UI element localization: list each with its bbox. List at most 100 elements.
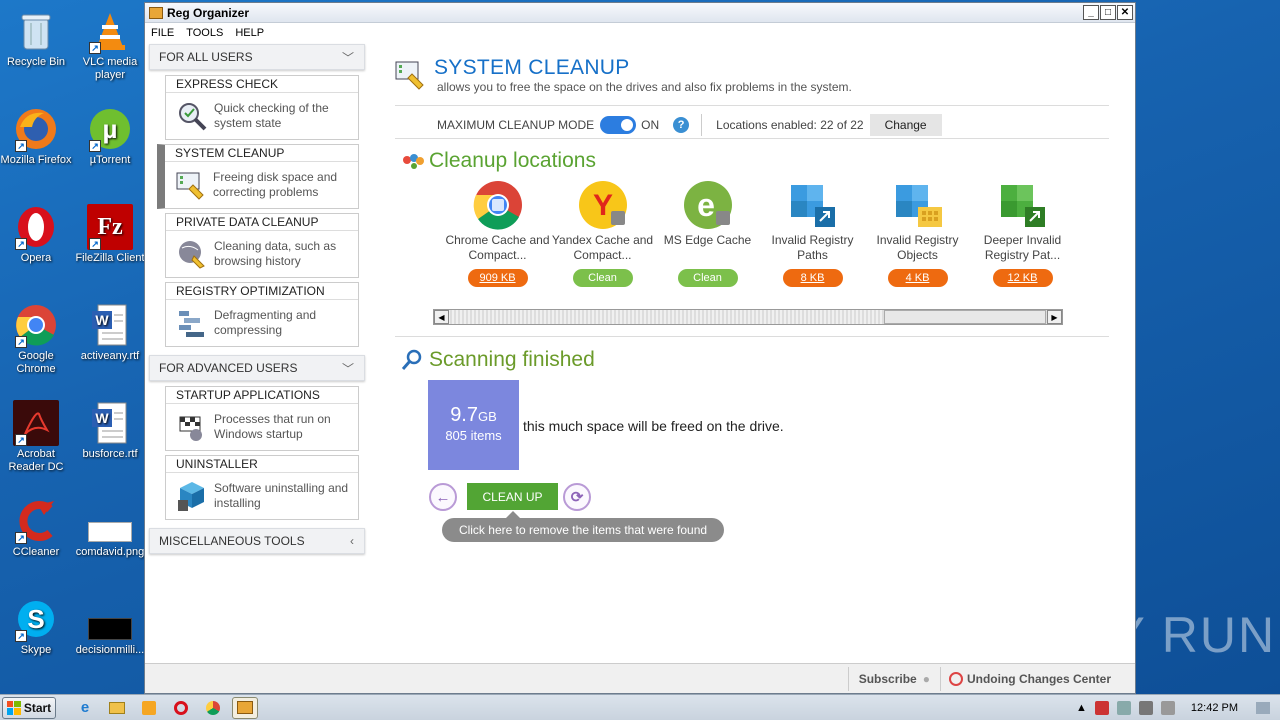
location-chrome-cache[interactable]: Chrome Cache and Compact... 909 KB (445, 179, 550, 287)
card-startup-applications[interactable]: STARTUP APPLICATIONS Processes that run … (165, 386, 359, 451)
clean-up-button[interactable]: CLEAN UP (467, 483, 558, 510)
magnifier-icon (401, 349, 423, 371)
desktop-icon-recycle-bin[interactable]: Recycle Bin (0, 8, 72, 69)
card-title: REGISTRY OPTIMIZATION (166, 283, 358, 300)
volume-icon[interactable] (1138, 700, 1153, 715)
security-flag-icon[interactable] (1094, 700, 1109, 715)
location-name: Yandex Cache and Compact... (551, 233, 654, 262)
desktop-icon-activeany[interactable]: W activeany.rtf (74, 302, 146, 363)
section-label: MISCELLANEOUS TOOLS (159, 534, 305, 548)
scrollbar-thumb[interactable] (884, 310, 1046, 324)
card-uninstaller[interactable]: UNINSTALLER Software uninstalling and in… (165, 455, 359, 520)
card-desc: Processes that run on Windows startup (214, 412, 331, 441)
card-private-data-cleanup[interactable]: PRIVATE DATA CLEANUP Cleaning data, such… (165, 213, 359, 278)
start-button[interactable]: Start (2, 696, 56, 719)
clock[interactable]: 12:42 PM (1191, 702, 1238, 714)
power-icon[interactable] (1160, 700, 1175, 715)
location-invalid-registry-objects[interactable]: Invalid Registry Objects 4 KB (865, 179, 970, 287)
section-for-advanced-users[interactable]: FOR ADVANCED USERS ﹀ (149, 355, 365, 381)
undo-changes-center-button[interactable]: Undoing Changes Center (939, 666, 1135, 691)
app-window: Reg Organizer _ □ ✕ FILE TOOLS HELP FOR … (144, 2, 1136, 694)
location-size-badge[interactable]: 909 KB (467, 269, 528, 287)
desktop-icon-decisionmilli[interactable]: decisionmilli... (74, 596, 146, 657)
desktop-icon-chrome[interactable]: ↗ Google Chrome (0, 302, 72, 376)
window-title: Reg Organizer (167, 5, 250, 20)
location-name: Chrome Cache and Compact... (445, 233, 550, 262)
change-button[interactable]: Change (869, 114, 942, 136)
desktop-icon-label: Mozilla Firefox (0, 154, 72, 166)
yandex-icon: Y (577, 179, 629, 231)
help-icon[interactable]: ? (673, 117, 690, 133)
registry-defrag-icon (176, 307, 208, 339)
explorer-taskbar-icon[interactable] (104, 697, 130, 719)
desktop-icon-opera[interactable]: ↗ Opera (0, 204, 72, 265)
menu-file[interactable]: FILE (151, 27, 174, 39)
section-for-all-users[interactable]: FOR ALL USERS ﹀ (149, 44, 365, 70)
divider (395, 336, 1109, 337)
desktop-icon-busforce[interactable]: W busforce.rtf (74, 400, 146, 461)
location-size-badge[interactable]: 4 KB (887, 269, 948, 287)
desktop-icon-comdavid[interactable]: comdavid.png (74, 498, 146, 559)
location-deeper-invalid-registry[interactable]: Deeper Invalid Registry Pat... 12 KB (970, 179, 1075, 287)
desktop-icon-skype[interactable]: S ↗ Skype (0, 596, 72, 657)
tray-expand-icon[interactable]: ▲ (1076, 702, 1087, 714)
card-desc: Freeing disk space and correcting proble… (213, 170, 338, 199)
chrome-taskbar-icon[interactable] (200, 697, 226, 719)
startup-flag-icon (176, 411, 208, 443)
ie-taskbar-icon[interactable]: e (72, 697, 98, 719)
cleanup-tooltip: Click here to remove the items that were… (442, 511, 724, 542)
card-title: SYSTEM CLEANUP (165, 145, 358, 162)
card-title: UNINSTALLER (166, 456, 358, 473)
privacy-globe-icon (176, 238, 208, 270)
card-express-check[interactable]: EXPRESS CHECK Quick checking of the syst… (165, 75, 359, 140)
desktop-icon-label: activeany.rtf (80, 350, 140, 362)
mode-bar: MAXIMUM CLEANUP MODE ON ? Locations enab… (395, 111, 1109, 139)
network-icon[interactable] (1116, 700, 1131, 715)
scroll-left-arrow-icon[interactable]: ◀ (434, 310, 449, 324)
utorrent-icon: µ ↗ (87, 106, 133, 152)
location-yandex-cache[interactable]: Y Yandex Cache and Compact... Clean (550, 179, 655, 287)
media-player-taskbar-icon[interactable] (136, 697, 162, 719)
chrome-icon (472, 179, 524, 231)
opera-taskbar-icon[interactable] (168, 697, 194, 719)
cleanup-monitor-icon (175, 169, 207, 201)
desktop-icon-ccleaner[interactable]: ↗ CCleaner (0, 498, 72, 559)
desktop-icon-acrobat[interactable]: ↗ Acrobat Reader DC (0, 400, 72, 474)
desktop-icon-firefox[interactable]: ↗ Mozilla Firefox (0, 106, 72, 167)
svg-text:W: W (95, 410, 109, 426)
desktop-icon-vlc[interactable]: ↗ VLC media player (74, 8, 146, 82)
mode-label: MAXIMUM CLEANUP MODE (437, 118, 595, 132)
deep-registry-cubes-icon (997, 179, 1049, 231)
divider (395, 105, 1109, 106)
title-bar[interactable]: Reg Organizer _ □ ✕ (145, 3, 1135, 23)
reg-organizer-taskbar-icon[interactable] (232, 696, 258, 719)
desktop-icon-label: Skype (20, 644, 52, 656)
maximize-button[interactable]: □ (1100, 5, 1116, 20)
card-registry-optimization[interactable]: REGISTRY OPTIMIZATION Defragmenting and … (165, 282, 359, 347)
rescan-refresh-icon[interactable]: ⟳ (563, 483, 591, 511)
locations-scrollbar[interactable]: ◀ ▶ (433, 309, 1063, 325)
subscribe-button[interactable]: Subscribe ● (847, 666, 940, 691)
desktop-icon-utorrent[interactable]: µ ↗ µTorrent (74, 106, 146, 167)
chevron-down-icon: ﹀ (341, 50, 354, 65)
section-misc-tools[interactable]: MISCELLANEOUS TOOLS ‹ (149, 528, 365, 554)
image-file-icon (87, 596, 133, 642)
card-desc: Software uninstalling and installing (214, 481, 349, 510)
location-ms-edge-cache[interactable]: e MS Edge Cache Clean (655, 179, 760, 287)
location-pins-icon (401, 152, 425, 172)
menu-help[interactable]: HELP (235, 27, 264, 39)
show-desktop-icon[interactable] (1256, 701, 1270, 714)
desktop-icon-label: VLC media player (82, 56, 138, 81)
location-size-badge[interactable]: 12 KB (992, 269, 1053, 287)
card-system-cleanup[interactable]: SYSTEM CLEANUP Freeing disk space and co… (157, 144, 359, 209)
location-size-badge[interactable]: 8 KB (782, 269, 843, 287)
max-cleanup-toggle[interactable] (600, 116, 637, 134)
menu-tools[interactable]: TOOLS (186, 27, 223, 39)
desktop-icon-filezilla[interactable]: Fz ↗ FileZilla Client (74, 204, 146, 265)
minimize-button[interactable]: _ (1083, 5, 1099, 20)
back-arrow-icon[interactable]: ← (429, 483, 457, 511)
location-invalid-registry-paths[interactable]: Invalid Registry Paths 8 KB (760, 179, 865, 287)
scroll-right-arrow-icon[interactable]: ▶ (1047, 310, 1062, 324)
svg-text:S: S (27, 604, 44, 634)
close-button[interactable]: ✕ (1117, 5, 1133, 20)
